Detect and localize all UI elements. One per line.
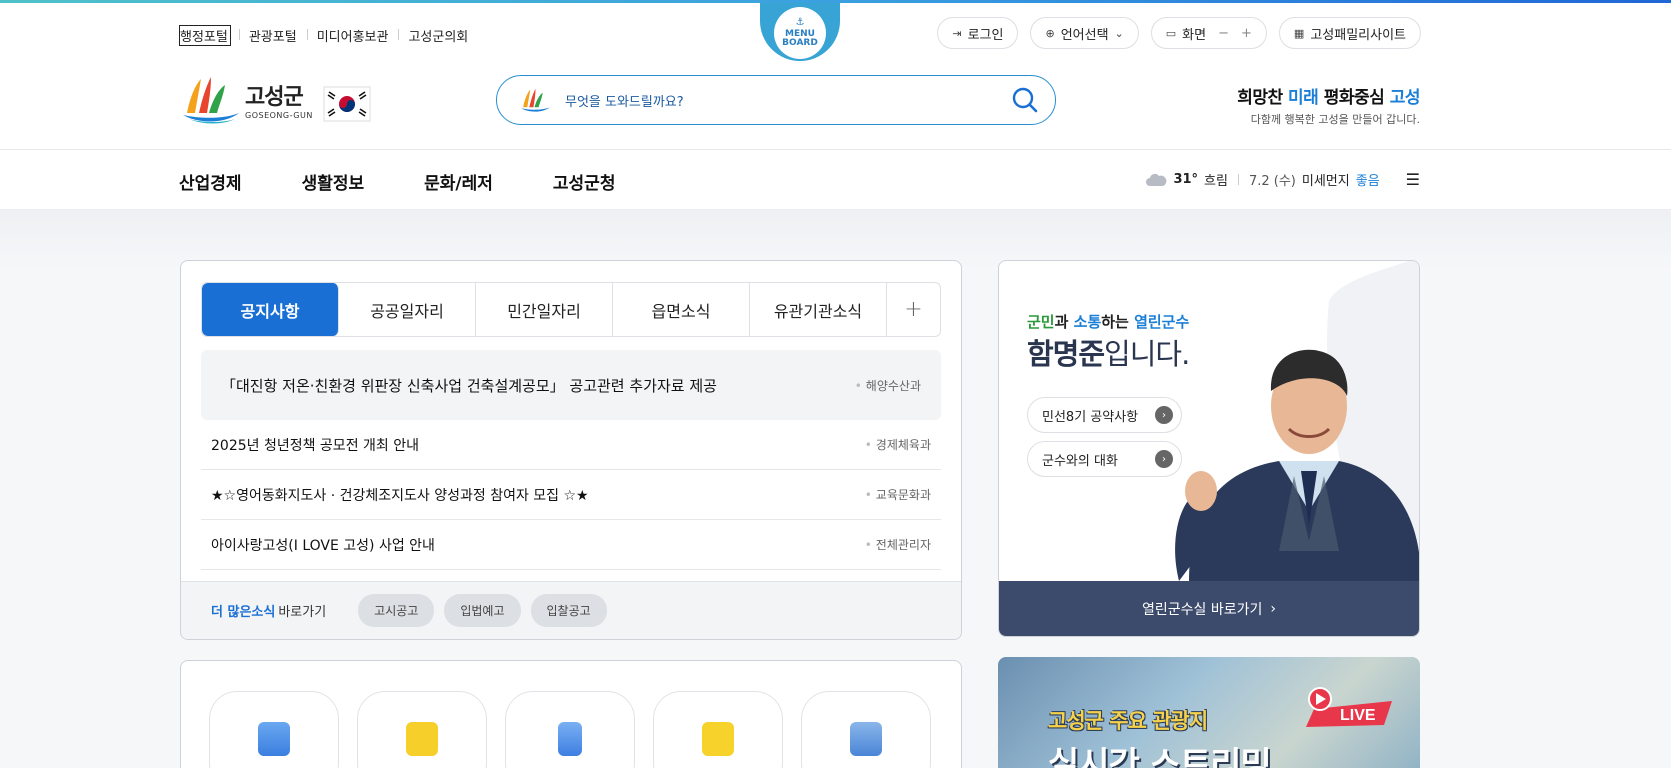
quick-menu-item[interactable] — [653, 691, 783, 768]
live-title-2: 실시간 스트리밍 — [1048, 745, 1272, 768]
weather-widget: 31° 흐림 7.2 (수) 미세먼지 좋음 ☰ — [1145, 170, 1420, 189]
quick-menu-item[interactable] — [801, 691, 931, 768]
utility-actions: ⇥ 로그인 ⊕ 언어선택 ⌄ ▭ 화면 − + ▦ 고성패밀리사이트 — [937, 17, 1421, 49]
site-logo[interactable]: 고성군 GOSEONG-GUN — [179, 73, 313, 125]
quick-menu-item[interactable] — [357, 691, 487, 768]
grid-icon: ▦ — [1293, 26, 1305, 40]
anchor-icon: ⚓ — [795, 17, 805, 28]
logo-title: 고성군 — [245, 84, 304, 110]
dust-label: 미세먼지 — [1301, 174, 1350, 189]
live-title: 고성군 주요 관광지 — [1048, 709, 1208, 733]
login-icon: ⇥ — [952, 26, 962, 40]
slogan-sub: 다함께 행복한 고성을 만들어 갑니다. — [1250, 113, 1420, 126]
tab-town-news[interactable]: 읍면소식 — [613, 283, 750, 336]
globe-icon: ⊕ — [1045, 26, 1055, 40]
util-link-tour[interactable]: 관광포털 — [238, 26, 307, 45]
monitor-icon: ▭ — [1165, 26, 1177, 40]
quick-menu-item[interactable] — [209, 691, 339, 768]
mayor-banner: 군민과 소통하는 열린군수 함명준입니다. 민선8기 공약사항 › 군수와의 대… — [998, 260, 1420, 637]
tab-public-jobs[interactable]: 공공일자리 — [339, 283, 476, 336]
gnb-item-living[interactable]: 생활정보 — [302, 169, 365, 194]
util-link-media[interactable]: 미디어홍보관 — [306, 26, 399, 45]
main-navigation: 산업경제 생활정보 문화/레저 고성군청 31° 흐림 7.2 (수) 미세먼지… — [0, 150, 1671, 210]
tab-notice[interactable]: 공지사항 — [202, 283, 339, 336]
list-item[interactable]: 「대진항 저온·친환경 위판장 신축사업 건축설계공모」 공고관련 추가자료 제… — [201, 350, 941, 420]
chip-notice-public[interactable]: 고시공고 — [358, 594, 435, 627]
gnb-item-industry[interactable]: 산업경제 — [179, 169, 242, 194]
plus-icon[interactable]: + — [887, 283, 940, 336]
more-news-link[interactable]: 더 많은소식 — [211, 601, 275, 620]
slogan: 희망찬 미래 평화중심 고성 다함께 행복한 고성을 만들어 갑니다. — [1237, 88, 1420, 126]
goseong-logo-mark-icon — [183, 77, 239, 124]
list-item[interactable]: 아이사랑고성(I LOVE 고성) 사업 안내 전체관리자 — [201, 520, 941, 570]
dust-value: 좋음 — [1355, 174, 1380, 189]
card-icon — [406, 722, 438, 756]
open-mayor-office-link[interactable]: 열린군수실 바로가기 › — [999, 581, 1419, 636]
tab-agency-news[interactable]: 유관기관소식 — [750, 283, 887, 336]
gnb-item-county-office[interactable]: 고성군청 — [553, 169, 616, 194]
notebook-icon — [702, 722, 734, 756]
notice-footer: 더 많은소식 바로가기 고시공고 입법예고 입찰공고 — [181, 581, 961, 639]
search-bar[interactable]: 무엇을 도와드릴까요? — [496, 75, 1056, 125]
chevron-right-icon: › — [1270, 600, 1276, 617]
gnb-item-culture[interactable]: 문화/레저 — [424, 169, 493, 194]
tab-private-jobs[interactable]: 민간일자리 — [476, 283, 613, 336]
language-select[interactable]: ⊕ 언어선택 ⌄ — [1030, 17, 1139, 49]
weather-condition: 흐림 — [1204, 174, 1228, 189]
logo-subtitle: GOSEONG-GUN — [245, 110, 313, 120]
live-streaming-banner[interactable]: 고성군 주요 관광지 실시간 스트리밍 LIVE — [998, 657, 1420, 768]
chip-legislation[interactable]: 입법예고 — [444, 594, 521, 627]
quick-menu — [180, 660, 962, 768]
utility-links: 행정포털 관광포털 미디어홍보관 고성군의회 — [179, 25, 478, 46]
chevron-down-icon: ⌄ — [1114, 26, 1124, 40]
util-link-council[interactable]: 고성군의회 — [398, 26, 478, 45]
notice-board: 공지사항 공공일자리 민간일자리 읍면소식 유관기관소식 + 「대진항 저온·친… — [180, 260, 962, 640]
mayor-photo — [1175, 349, 1419, 581]
search-input[interactable]: 무엇을 도와드릴까요? — [565, 91, 1011, 110]
zoom-in-button[interactable]: + — [1241, 26, 1252, 41]
notice-tabs: 공지사항 공공일자리 민간일자리 읍면소식 유관기관소식 + — [201, 282, 941, 337]
quick-menu-item[interactable] — [505, 691, 635, 768]
family-site-button[interactable]: ▦ 고성패밀리사이트 — [1278, 17, 1421, 49]
search-logo-icon — [521, 88, 550, 112]
notice-list: 「대진항 저온·친환경 위판장 신축사업 건축설계공모」 공고관련 추가자료 제… — [201, 350, 941, 570]
login-button[interactable]: ⇥ 로그인 — [937, 17, 1019, 49]
menu-board-line2: BOARD — [782, 38, 818, 48]
util-link-admin[interactable]: 행정포털 — [179, 25, 231, 46]
zoom-out-button[interactable]: − — [1218, 26, 1229, 41]
live-badge-icon: LIVE — [1306, 687, 1392, 727]
weather-date: 7.2 (수) — [1248, 174, 1296, 189]
svg-text:LIVE: LIVE — [1340, 707, 1376, 724]
building-icon — [850, 722, 882, 756]
search-icon[interactable] — [1011, 86, 1039, 114]
screen-zoom-control: ▭ 화면 − + — [1150, 17, 1267, 49]
chip-bidding[interactable]: 입찰공고 — [530, 594, 607, 627]
hamburger-menu-icon[interactable]: ☰ — [1406, 170, 1420, 189]
menu-board-button[interactable]: ⚓ MENU BOARD — [760, 3, 840, 63]
korean-flag-icon — [323, 86, 371, 122]
weather-temp: 31° — [1173, 172, 1199, 187]
list-item[interactable]: ★☆영어동화지도사 · 건강체조지도사 양성과정 참여자 모집 ☆★ 교육문화과 — [201, 470, 941, 520]
id-badge-icon — [558, 722, 582, 756]
header: 행정포털 관광포털 미디어홍보관 고성군의회 ⚓ MENU BOARD ⇥ 로그… — [0, 3, 1671, 150]
list-item[interactable]: 2025년 청년정책 공모전 개최 안내 경제체육과 — [201, 420, 941, 470]
phone-chat-icon — [258, 722, 290, 756]
cloud-icon — [1146, 173, 1167, 186]
